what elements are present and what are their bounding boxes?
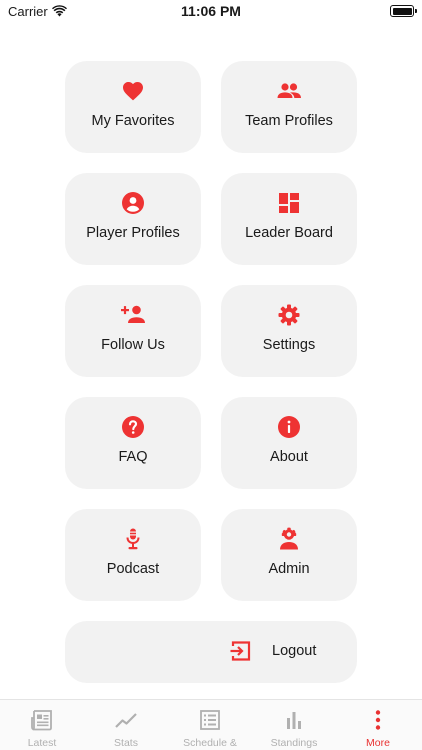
person-add-icon — [65, 303, 201, 327]
about-label: About — [270, 449, 308, 465]
faq-label: FAQ — [118, 449, 148, 465]
tab-latest-label: Latest — [27, 737, 57, 749]
faq-button[interactable]: FAQ — [65, 397, 201, 489]
follow-us-label: Follow Us — [101, 337, 165, 353]
my-favorites-label: My Favorites — [91, 113, 175, 129]
admin-button[interactable]: Admin — [221, 509, 357, 601]
help-icon — [65, 415, 201, 439]
logout-label: Logout — [272, 643, 317, 659]
podcast-button[interactable]: Podcast — [65, 509, 201, 601]
tab-more-label: More — [366, 737, 390, 749]
battery-icon — [390, 5, 417, 17]
clock: 11:06 PM — [181, 3, 241, 19]
settings-label: Settings — [262, 337, 316, 353]
tab-standings-label: Standings — [270, 737, 318, 749]
heart-icon — [65, 79, 201, 103]
team-profiles-button[interactable]: Team Profiles — [221, 61, 357, 153]
more-vertical-icon — [336, 709, 420, 731]
bar-chart-icon — [252, 709, 336, 731]
admin-label: Admin — [268, 561, 310, 577]
player-profiles-button[interactable]: Player Profiles — [65, 173, 201, 265]
about-button[interactable]: About — [221, 397, 357, 489]
tab-schedule-scores[interactable]: Schedule & Scores — [168, 700, 252, 750]
tab-stats-label: Stats — [114, 737, 138, 749]
follow-us-button[interactable]: Follow Us — [65, 285, 201, 377]
tab-latest[interactable]: Latest — [0, 700, 84, 750]
info-icon — [221, 415, 357, 439]
leader-board-button[interactable]: Leader Board — [221, 173, 357, 265]
status-bar: Carrier 11:06 PM — [0, 0, 422, 24]
podcast-label: Podcast — [106, 561, 160, 577]
tab-bar: Latest Stats Schedule & Scores Standings… — [0, 699, 422, 750]
dashboard-icon — [221, 191, 357, 215]
tab-schedule-scores-label: Schedule & Scores — [183, 737, 237, 750]
group-icon — [221, 79, 357, 103]
trend-line-icon — [84, 709, 168, 731]
gear-icon — [221, 303, 357, 327]
account-circle-icon — [65, 191, 201, 215]
newspaper-icon — [0, 709, 84, 731]
list-icon — [168, 709, 252, 731]
my-favorites-button[interactable]: My Favorites — [65, 61, 201, 153]
settings-button[interactable]: Settings — [221, 285, 357, 377]
logout-button[interactable]: Logout — [65, 621, 357, 683]
tab-standings[interactable]: Standings — [252, 700, 336, 750]
leader-board-label: Leader Board — [245, 225, 333, 241]
player-profiles-label: Player Profiles — [86, 225, 180, 241]
logout-icon — [229, 639, 253, 663]
microphone-icon — [65, 527, 201, 551]
admin-icon — [221, 527, 357, 551]
team-profiles-label: Team Profiles — [245, 113, 333, 129]
tab-more[interactable]: More — [336, 700, 420, 750]
tab-stats[interactable]: Stats — [84, 700, 168, 750]
